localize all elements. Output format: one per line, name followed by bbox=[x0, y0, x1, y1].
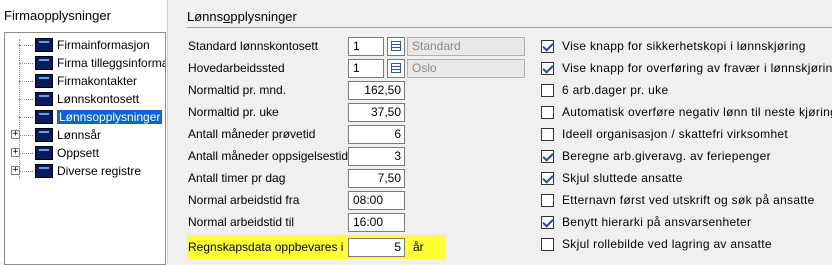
navigation-tree[interactable]: Firmainformasjon Firma tilleggsinformasj… bbox=[4, 32, 166, 265]
checkbox[interactable] bbox=[541, 39, 554, 53]
maneder-oppsigelsestid-input[interactable]: 3 bbox=[348, 147, 405, 166]
tree-item-firma-tilleggsinformasjon[interactable]: Firma tilleggsinformasjon bbox=[19, 54, 165, 72]
checkbox-label: Etternavn først ved utskrift og søk på a… bbox=[562, 193, 815, 207]
folder-icon bbox=[35, 56, 53, 70]
maneder-provetid-label: Antall måneder prøvetid bbox=[188, 127, 316, 141]
checkbox[interactable] bbox=[541, 105, 554, 119]
checkbox[interactable] bbox=[541, 193, 554, 207]
checkbox-label: 6 arb.dager pr. uke bbox=[562, 83, 669, 97]
checkbox-row[interactable]: Ideell organisasjon / skattefri virksomh… bbox=[541, 125, 788, 143]
folder-icon bbox=[35, 128, 53, 142]
maneder-oppsigelsestid-label: Antall måneder oppsigelsestid bbox=[188, 149, 349, 163]
normaltid-mnd-label: Normaltid pr. mnd. bbox=[188, 83, 287, 97]
timer-pr-dag-label: Antall timer pr dag bbox=[188, 171, 286, 185]
checkbox-row[interactable]: Skjul sluttede ansatte bbox=[541, 169, 683, 187]
tree-item-label: Lønnskontosett bbox=[57, 92, 140, 106]
checkbox-label: Ideell organisasjon / skattefri virksomh… bbox=[562, 127, 789, 141]
tree-item-label: Lønnsopplysninger bbox=[55, 109, 164, 125]
checkbox-label: Skjul rollebilde ved lagring av ansatte bbox=[562, 237, 772, 251]
folder-icon bbox=[35, 74, 53, 88]
tree-item-label: Firmakontakter bbox=[57, 74, 138, 88]
tree-connector bbox=[19, 39, 20, 179]
tree-item-firmakontakter[interactable]: Firmakontakter bbox=[19, 72, 138, 90]
normaltid-uke-label: Normaltid pr. uke bbox=[188, 105, 279, 119]
folder-icon bbox=[35, 92, 53, 106]
checkbox-label: Skjul sluttede ansatte bbox=[562, 171, 683, 185]
tree-item-lonnsar[interactable]: Lønnsår bbox=[19, 126, 102, 144]
regnskapsdata-unit: år bbox=[413, 240, 424, 254]
tree-item-label: Diverse registre bbox=[57, 164, 142, 178]
timer-pr-dag-input[interactable]: 7,50 bbox=[348, 169, 405, 188]
checkbox-row[interactable]: Beregne arb.giveravg. av feriepenger bbox=[541, 147, 771, 165]
arbeidstid-til-input[interactable]: 16:00 bbox=[348, 213, 405, 232]
checkbox-row[interactable]: Skjul rollebilde ved lagring av ansatte bbox=[541, 235, 772, 253]
checkbox[interactable] bbox=[541, 61, 554, 75]
checkbox[interactable] bbox=[541, 127, 554, 141]
folder-icon bbox=[35, 110, 53, 124]
arbeidstid-fra-input[interactable]: 08:00 bbox=[348, 191, 405, 210]
checkbox-row[interactable]: Vise knapp for overføring av fravær i lø… bbox=[541, 59, 832, 77]
checkbox-row[interactable]: 6 arb.dager pr. uke bbox=[541, 81, 668, 99]
normaltid-mnd-input[interactable]: 162,50 bbox=[348, 81, 405, 100]
checkbox-label: Vise knapp for sikkerhetskopi i lønnskjø… bbox=[562, 39, 806, 53]
checkbox[interactable] bbox=[541, 215, 554, 229]
hovedarbeidssted-code-input[interactable]: 1 bbox=[348, 59, 384, 78]
tree-item-label: Firmainformasjon bbox=[57, 38, 150, 52]
checkbox-label: Benytt hierarki på ansvarsenheter bbox=[562, 215, 752, 229]
checkbox[interactable] bbox=[541, 237, 554, 251]
checkbox[interactable] bbox=[541, 83, 554, 97]
hovedarbeidssted-lookup-button[interactable] bbox=[387, 59, 405, 78]
panel-title: Firmaopplysninger bbox=[4, 8, 111, 23]
section-title: Lønnsopplysninger bbox=[187, 9, 297, 24]
tree-item-label: Firma tilleggsinformasjon bbox=[57, 56, 165, 70]
standard-lonnskontosett-code-input[interactable]: 1 bbox=[348, 37, 384, 56]
maneder-provetid-input[interactable]: 6 bbox=[348, 125, 405, 144]
checkbox-row[interactable]: Vise knapp for sikkerhetskopi i lønnskjø… bbox=[541, 37, 806, 55]
list-icon bbox=[391, 63, 401, 73]
standard-lonnskontosett-name: Standard bbox=[407, 37, 525, 56]
navigation-panel: Firmaopplysninger Firmainformasjon Firma… bbox=[0, 0, 167, 265]
checkbox-row[interactable]: Automatisk overføre negativ lønn til nes… bbox=[541, 103, 832, 121]
checkbox-row[interactable]: Benytt hierarki på ansvarsenheter bbox=[541, 213, 751, 231]
list-icon bbox=[391, 41, 401, 51]
hovedarbeidssted-name: Oslo bbox=[407, 59, 525, 78]
checkbox[interactable] bbox=[541, 171, 554, 185]
checkbox-label: Vise knapp for overføring av fravær i lø… bbox=[562, 61, 832, 75]
arbeidstid-fra-label: Normal arbeidstid fra bbox=[188, 193, 300, 207]
standard-lonnskontosett-label: Standard lønnskontosett bbox=[188, 39, 319, 53]
checkbox-label: Beregne arb.giveravg. av feriepenger bbox=[562, 149, 771, 163]
tree-item-lonnskontosett[interactable]: Lønnskontosett bbox=[19, 90, 140, 108]
checkbox-label: Automatisk overføre negativ lønn til nes… bbox=[562, 105, 832, 119]
regnskapsdata-input[interactable]: 5 bbox=[348, 238, 405, 257]
tree-item-oppsett[interactable]: Oppsett bbox=[19, 144, 100, 162]
tree-item-firmainformasjon[interactable]: Firmainformasjon bbox=[19, 36, 150, 54]
folder-icon bbox=[35, 164, 53, 178]
folder-icon bbox=[35, 146, 53, 160]
normaltid-uke-input[interactable]: 37,50 bbox=[348, 103, 405, 122]
tree-item-diverse-registre[interactable]: Diverse registre bbox=[19, 162, 142, 180]
tree-item-lonnsopplysninger[interactable]: Lønnsopplysninger bbox=[19, 108, 164, 126]
regnskapsdata-label: Regnskapsdata oppbevares i bbox=[188, 240, 344, 254]
checkbox-row[interactable]: Etternavn først ved utskrift og søk på a… bbox=[541, 191, 815, 209]
checkbox[interactable] bbox=[541, 149, 554, 163]
tree-item-label: Oppsett bbox=[57, 146, 100, 160]
arbeidstid-til-label: Normal arbeidstid til bbox=[188, 215, 295, 229]
hovedarbeidssted-label: Hovedarbeidssted bbox=[188, 61, 285, 75]
section-divider bbox=[187, 27, 832, 28]
folder-icon bbox=[35, 38, 53, 52]
standard-lonnskontosett-lookup-button[interactable] bbox=[387, 37, 405, 56]
lonnsopplysninger-form: Lønnsopplysninger Standard lønnskontoset… bbox=[177, 0, 832, 263]
tree-item-label: Lønnsår bbox=[57, 128, 102, 142]
